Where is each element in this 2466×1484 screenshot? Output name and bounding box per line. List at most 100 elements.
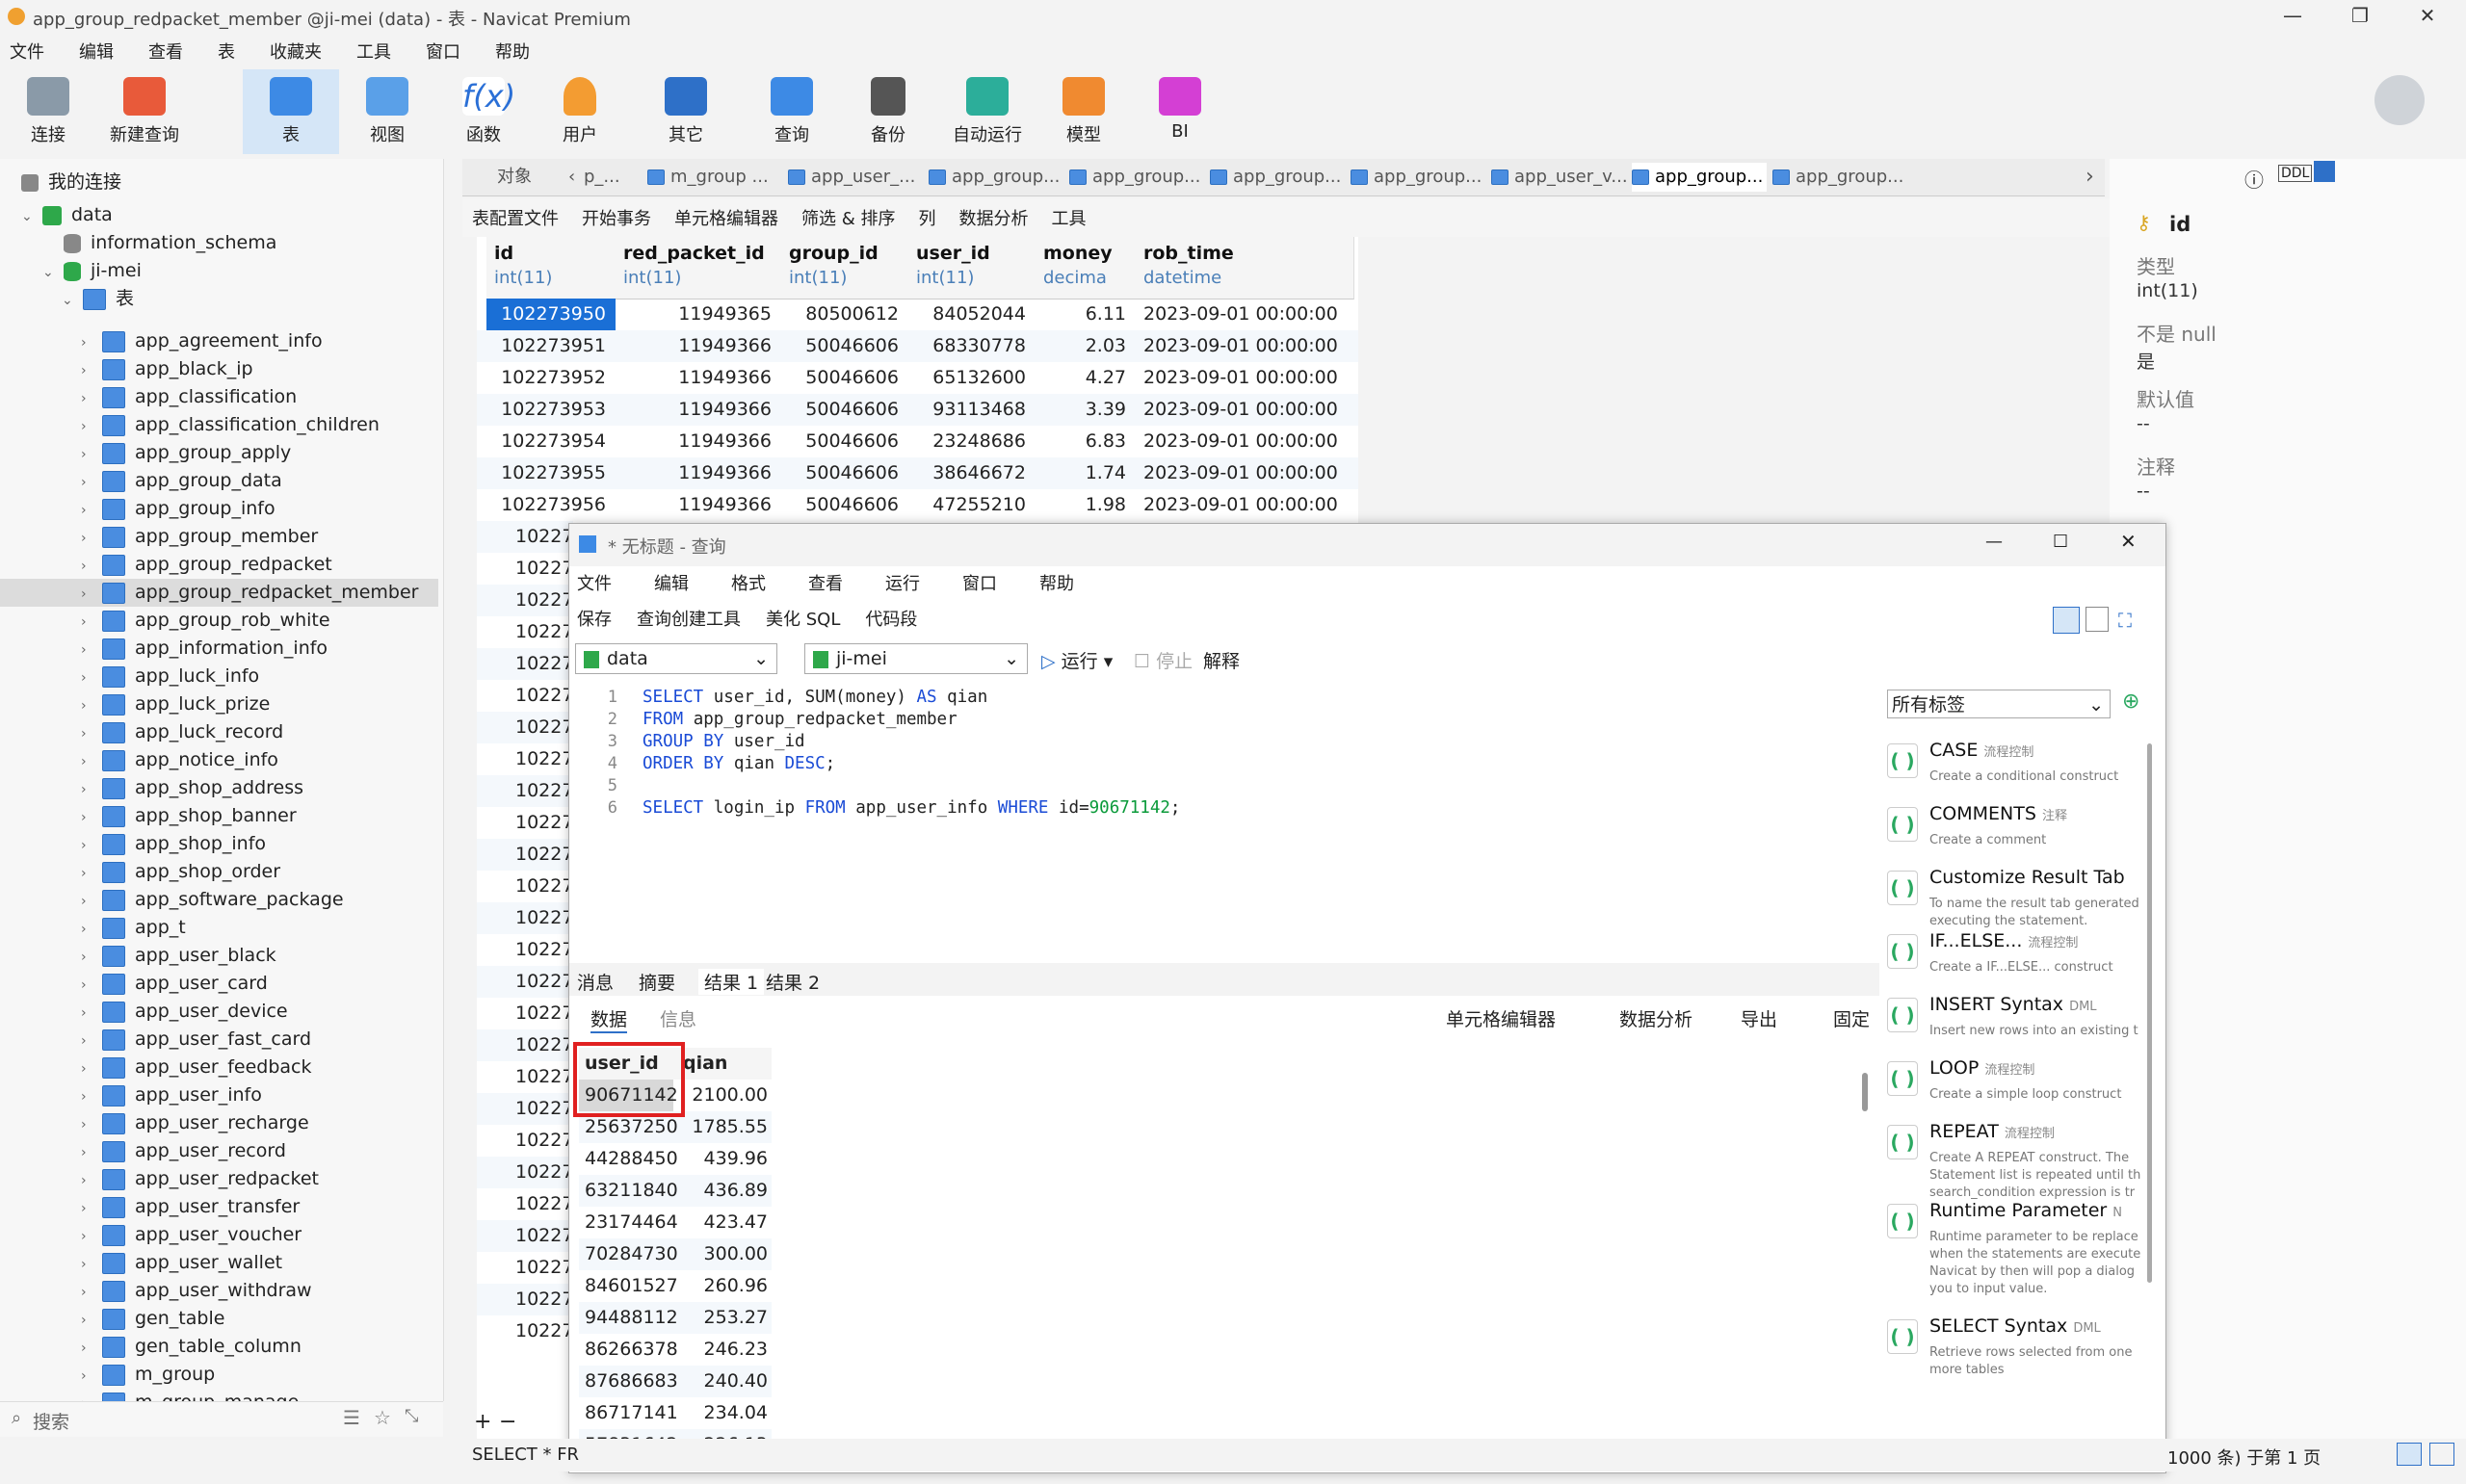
- chevron-right-icon[interactable]: ›: [81, 1335, 94, 1363]
- sidebar-item-table[interactable]: › app_user_fast_card: [0, 1026, 438, 1054]
- column-header[interactable]: id int(11): [486, 237, 616, 299]
- chevron-right-icon[interactable]: ›: [81, 1139, 94, 1167]
- minimize-button[interactable]: —: [1985, 532, 2003, 552]
- table-row[interactable]: 10227: [477, 1093, 573, 1125]
- table-row[interactable]: 10227: [477, 680, 573, 712]
- table-cell[interactable]: 300.00: [675, 1238, 768, 1270]
- table-cell[interactable]: 10227: [515, 648, 573, 680]
- table-cell[interactable]: 10227: [515, 553, 573, 585]
- table-cell[interactable]: 84601527: [579, 1270, 678, 1302]
- table-cell[interactable]: 10227: [515, 902, 573, 934]
- table-cell[interactable]: 253.27: [675, 1302, 768, 1334]
- bi-button[interactable]: BI: [1132, 69, 1228, 154]
- column-header[interactable]: group_id int(11): [781, 237, 909, 299]
- snippet-item[interactable]: ( ) CASE 流程控制 Create a conditional constru…: [1883, 732, 2143, 795]
- table-cell[interactable]: 11949366: [616, 330, 781, 362]
- snippet-item[interactable]: ( ) IF...ELSE... 流程控制 Create a IF...ELSE..…: [1883, 923, 2143, 986]
- stop-button[interactable]: ☐ 停止: [1134, 647, 1193, 673]
- menu-table[interactable]: 表: [218, 39, 235, 64]
- table-cell[interactable]: 11949366: [616, 426, 781, 457]
- table-cell[interactable]: 246.23: [675, 1334, 768, 1366]
- table-cell[interactable]: 44288450: [579, 1143, 678, 1175]
- table-cell[interactable]: 2023-09-01 00:00:00: [1143, 489, 1338, 521]
- export-button[interactable]: 导出: [1741, 1005, 1777, 1031]
- table-row[interactable]: 10227: [477, 1029, 573, 1061]
- table-row[interactable]: 10227: [477, 1061, 573, 1093]
- table-cell[interactable]: 86266378: [579, 1334, 678, 1366]
- info-icon[interactable]: ⓘ: [2244, 165, 2264, 193]
- sidebar-item-table[interactable]: › app_user_device: [0, 998, 438, 1026]
- table-button[interactable]: 表: [243, 69, 339, 154]
- table-cell[interactable]: 10227: [515, 1315, 573, 1347]
- sidebar-item-table[interactable]: › app_information_info: [0, 635, 438, 663]
- tab-doc[interactable]: p_...: [584, 163, 622, 192]
- sidebar-item-table[interactable]: › app_software_package: [0, 886, 438, 914]
- chevron-right-icon[interactable]: ›: [81, 329, 94, 357]
- table-cell[interactable]: 11949365: [616, 299, 781, 330]
- chevron-right-icon[interactable]: ›: [81, 413, 94, 441]
- sidebar-item-table[interactable]: › gen_table: [0, 1305, 438, 1333]
- table-cell[interactable]: 102273954: [486, 426, 616, 457]
- table-row[interactable]: 86266378 246.23: [579, 1334, 772, 1366]
- menu-file[interactable]: 文件: [10, 39, 44, 64]
- table-row[interactable]: 10227: [477, 553, 573, 585]
- chevron-right-icon[interactable]: ›: [81, 357, 94, 385]
- table-cell[interactable]: 23248686: [908, 426, 1036, 457]
- qmenu-window[interactable]: 窗口: [962, 570, 997, 595]
- tab-objects[interactable]: 对象: [497, 163, 536, 192]
- close-button[interactable]: ✕: [2399, 4, 2456, 29]
- table-cell[interactable]: 93113468: [908, 394, 1036, 426]
- table-cell[interactable]: 10227: [515, 871, 573, 902]
- table-cell[interactable]: 10227: [515, 1125, 573, 1157]
- query-builder-button[interactable]: 查询创建工具: [637, 606, 741, 631]
- automation-button[interactable]: 自动运行: [939, 69, 1036, 154]
- menu-edit[interactable]: 编辑: [79, 39, 114, 64]
- table-cell[interactable]: 10227: [515, 743, 573, 775]
- sidebar-item-table[interactable]: › app_user_voucher: [0, 1221, 438, 1249]
- qmenu-help[interactable]: 帮助: [1039, 570, 1074, 595]
- tab-messages[interactable]: 消息: [577, 969, 614, 995]
- chevron-right-icon[interactable]: ›: [81, 385, 94, 413]
- tab-info[interactable]: 信息: [660, 1005, 696, 1031]
- table-cell[interactable]: 102273956: [486, 489, 616, 521]
- schema-select[interactable]: ji-mei ⌄: [804, 643, 1028, 674]
- table-row[interactable]: 84601527 260.96: [579, 1270, 772, 1302]
- table-cell[interactable]: 2023-09-01 00:00:00: [1143, 362, 1338, 394]
- table-cell[interactable]: 10227: [515, 1157, 573, 1188]
- chevron-down-icon[interactable]: ⌄: [42, 259, 56, 287]
- table-row[interactable]: 10227: [477, 743, 573, 775]
- snippet-button[interactable]: 代码段: [865, 606, 917, 631]
- table-row[interactable]: 102273952 11949366 50046606 65132600 4.27 202…: [477, 362, 1358, 394]
- filter-icon[interactable]: ☰: [343, 1406, 360, 1429]
- table-row[interactable]: 44288450 439.96: [579, 1143, 772, 1175]
- table-cell[interactable]: 234.04: [675, 1397, 768, 1429]
- table-row[interactable]: 102273950 11949365 80500612 84052044 6.11 202…: [477, 299, 1358, 330]
- form-view-toggle-icon[interactable]: [2429, 1443, 2454, 1466]
- collapse-icon[interactable]: ⤡: [405, 1406, 418, 1426]
- table-cell[interactable]: 10227: [515, 585, 573, 616]
- table-cell[interactable]: 87686683: [579, 1366, 678, 1397]
- table-row[interactable]: 102273951 11949366 50046606 68330778 2.03 202…: [477, 330, 1358, 362]
- column-header[interactable]: red_packet_id int(11): [616, 237, 782, 299]
- table-cell[interactable]: 11949366: [616, 394, 781, 426]
- chevron-right-icon[interactable]: ›: [81, 1251, 94, 1279]
- tree-tables-folder[interactable]: ⌄ 表: [62, 285, 134, 313]
- chevron-right-icon[interactable]: ›: [81, 1279, 94, 1307]
- tree-schema-jimei[interactable]: ⌄ ji-mei: [42, 257, 142, 285]
- table-row[interactable]: 10227: [477, 616, 573, 648]
- chevron-right-icon[interactable]: ›: [81, 609, 94, 637]
- result-scrollbar[interactable]: [1862, 1073, 1868, 1111]
- tab-summary[interactable]: 摘要: [639, 969, 675, 995]
- table-cell[interactable]: 102273951: [486, 330, 616, 362]
- data-analysis-button[interactable]: 数据分析: [1619, 1005, 1692, 1031]
- user-button[interactable]: 用户: [532, 69, 628, 154]
- chevron-right-icon[interactable]: ›: [81, 497, 94, 525]
- table-row[interactable]: 94488112 253.27: [579, 1302, 772, 1334]
- menu-tools[interactable]: 工具: [356, 39, 391, 64]
- table-cell[interactable]: 10227: [515, 775, 573, 807]
- nav-right-icon[interactable]: ›: [2086, 163, 2105, 192]
- table-cell[interactable]: 436.89: [675, 1175, 768, 1207]
- run-button[interactable]: ▷ 运行 ▾: [1041, 647, 1113, 673]
- table-row[interactable]: 10227: [477, 585, 573, 616]
- table-cell[interactable]: 10227: [515, 1061, 573, 1093]
